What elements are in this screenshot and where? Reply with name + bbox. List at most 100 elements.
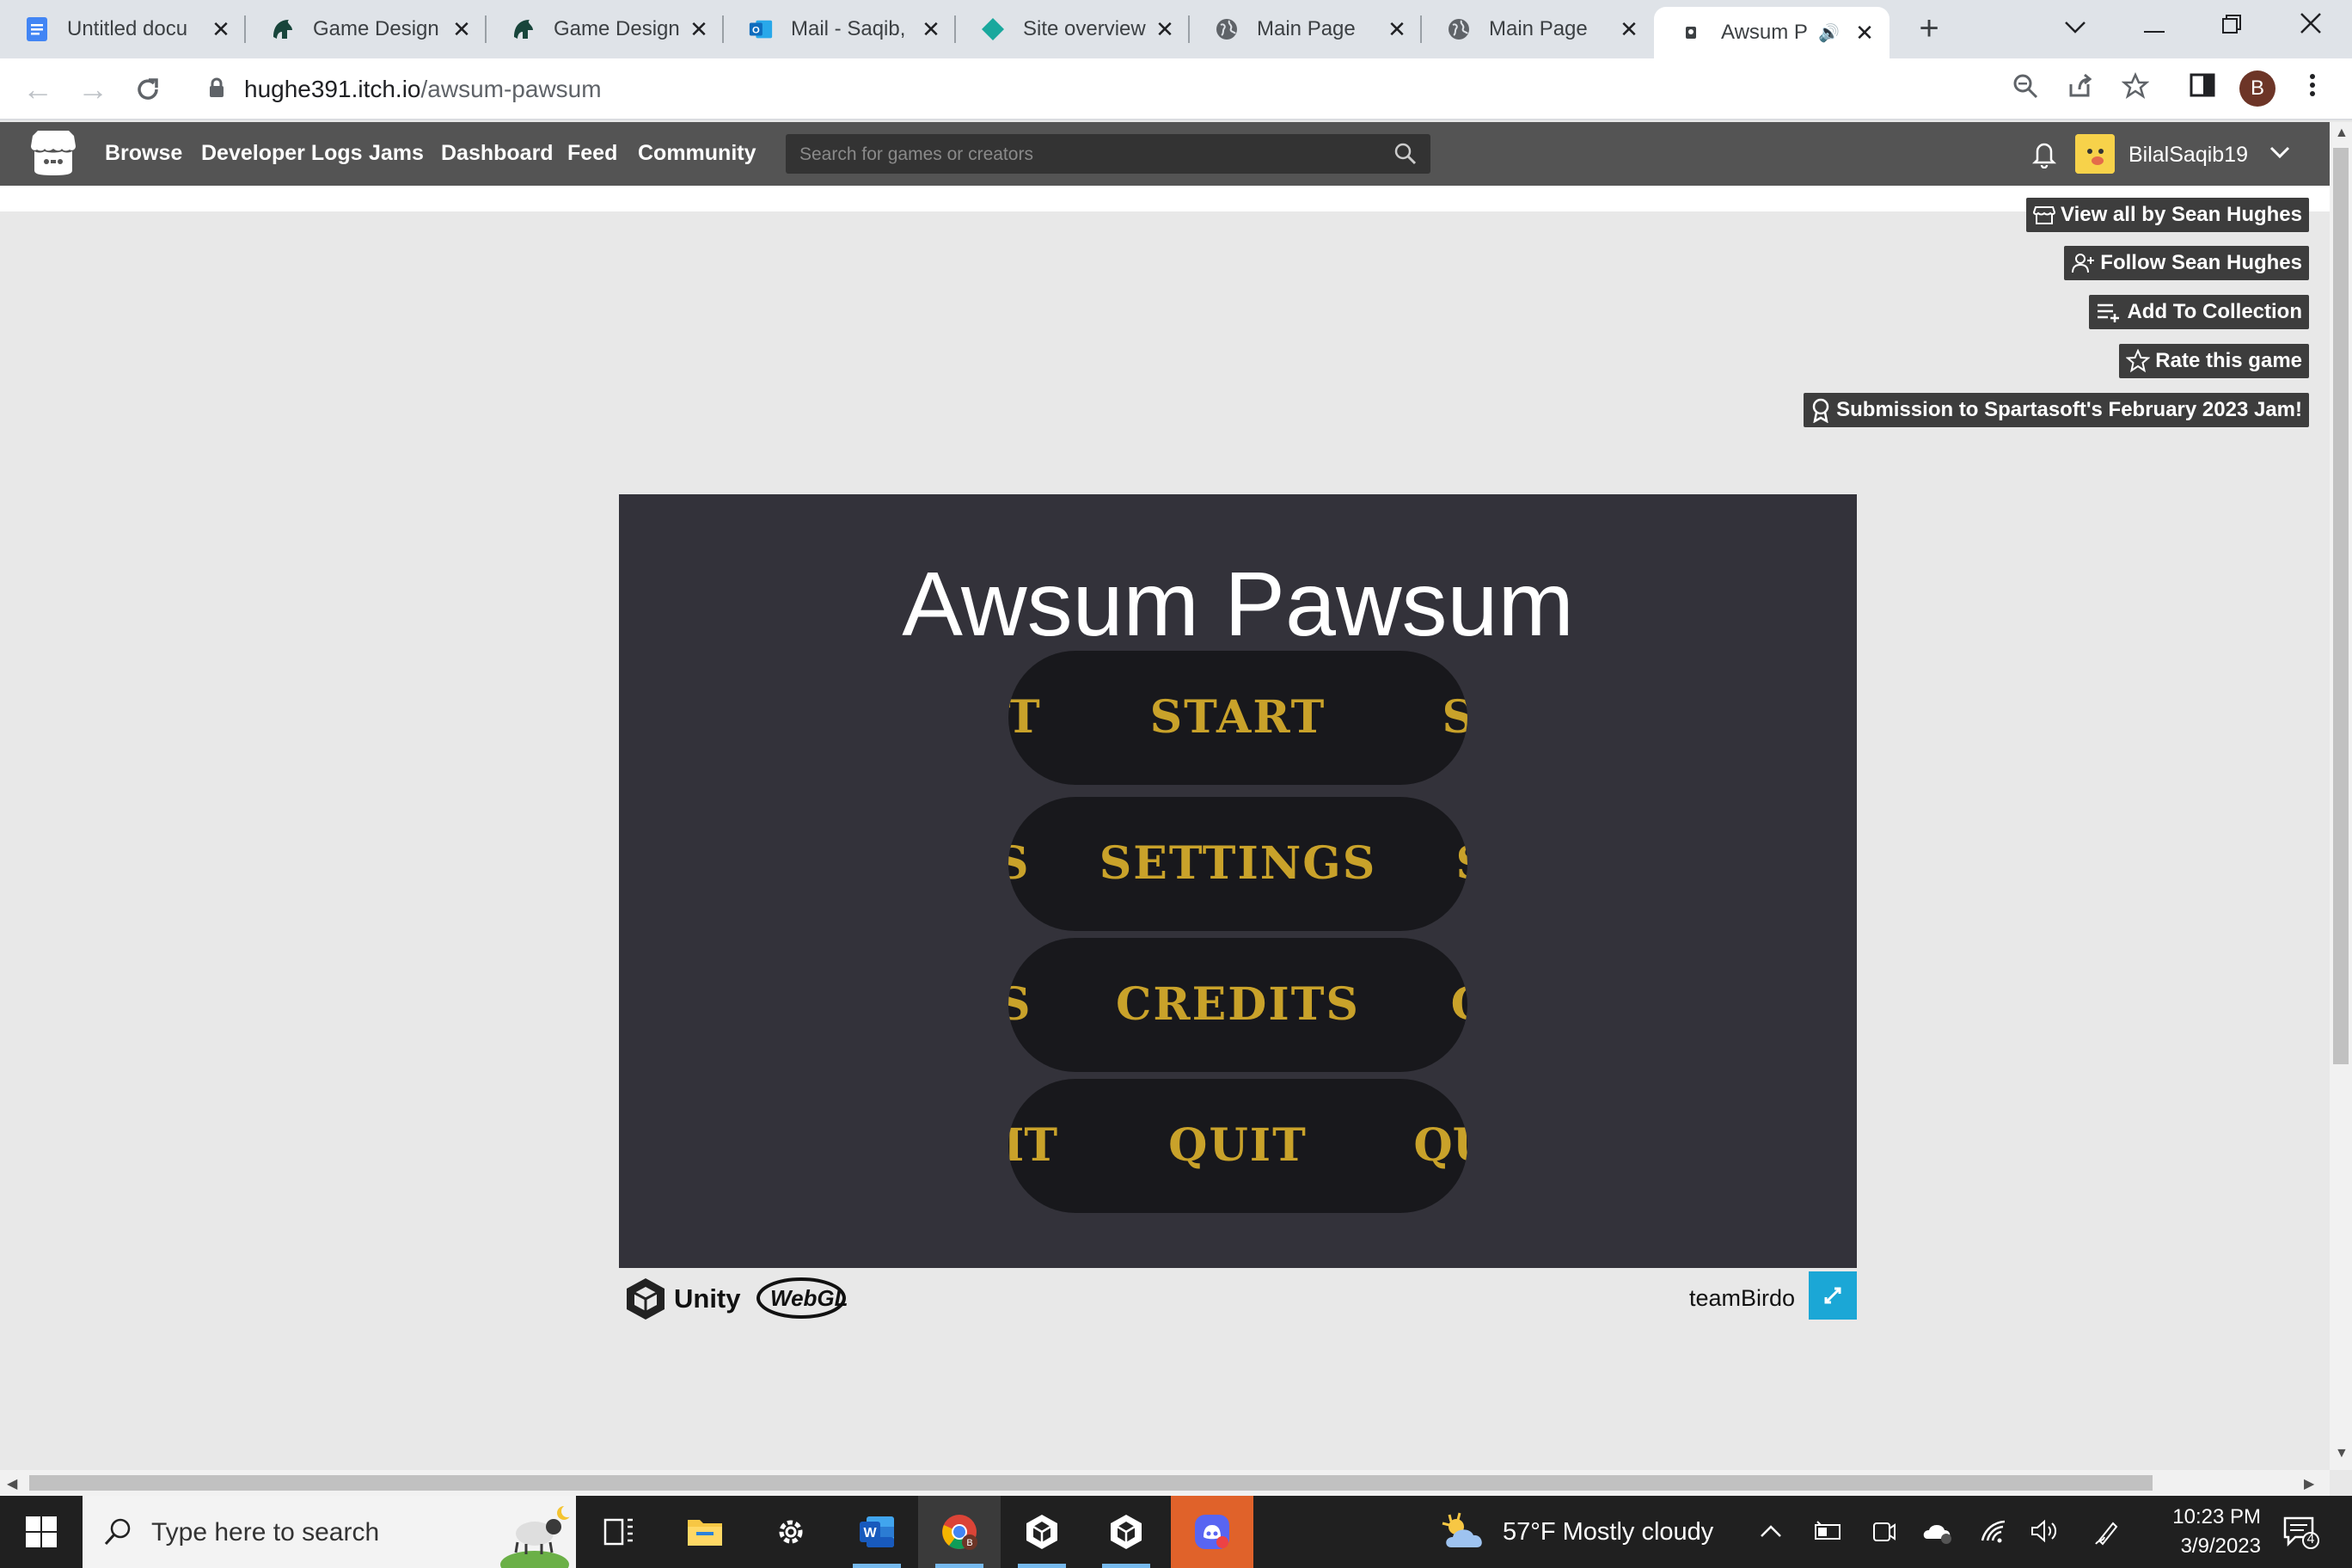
- tab-game-design-1[interactable]: Game Design ✕: [246, 7, 487, 52]
- meet-now-icon[interactable]: [1871, 1518, 1896, 1552]
- settings-gear-icon[interactable]: [750, 1496, 832, 1568]
- speaker-icon[interactable]: 🔊: [1818, 22, 1840, 44]
- globe-icon: [1214, 16, 1240, 42]
- fullscreen-button[interactable]: [1809, 1271, 1857, 1320]
- rate-button[interactable]: Rate this game: [2119, 344, 2309, 378]
- back-arrow-icon[interactable]: ←: [19, 70, 57, 108]
- itch-icon: [1678, 20, 1704, 46]
- unity-editor-icon[interactable]: [1085, 1496, 1167, 1568]
- tab-search-chevron-icon[interactable]: [2041, 5, 2110, 48]
- pen-icon[interactable]: [2094, 1518, 2122, 1552]
- weather-cloudy-icon[interactable]: [1441, 1510, 1489, 1559]
- close-tab-icon[interactable]: ✕: [449, 16, 475, 42]
- forward-arrow-icon[interactable]: →: [74, 70, 112, 108]
- discord-icon[interactable]: [1171, 1496, 1253, 1568]
- show-hidden-icons-chevron[interactable]: [1759, 1518, 1783, 1546]
- scroll-down-icon[interactable]: ▼: [2335, 1446, 2349, 1461]
- tab-site-overview[interactable]: Site overview ✕: [956, 7, 1190, 52]
- nav-developer-logs[interactable]: Developer Logs: [201, 141, 363, 166]
- close-tab-icon[interactable]: ✕: [1852, 20, 1877, 46]
- settings-button[interactable]: S SETTINGS S: [1008, 797, 1467, 931]
- word-icon[interactable]: W: [836, 1496, 918, 1568]
- nav-feed[interactable]: Feed: [567, 141, 617, 166]
- credits-button[interactable]: S CREDITS C: [1008, 938, 1467, 1072]
- nav-community[interactable]: Community: [638, 141, 756, 166]
- search-input[interactable]: Search for games or creators: [786, 134, 1430, 174]
- follow-button[interactable]: Follow Sean Hughes: [2064, 246, 2309, 280]
- itch-header: Browse Developer Logs Jams Dashboard Fee…: [0, 122, 2330, 186]
- outlook-icon: O: [748, 16, 774, 42]
- windows-start-icon[interactable]: [24, 1515, 58, 1549]
- add-to-collection-button[interactable]: Add To Collection: [2089, 295, 2309, 329]
- scroll-right-icon[interactable]: ▶: [2304, 1475, 2314, 1492]
- lock-icon[interactable]: [208, 77, 225, 98]
- nav-dashboard[interactable]: Dashboard: [441, 141, 554, 166]
- tab-awsum-pawsum[interactable]: Awsum P 🔊 ✕: [1654, 7, 1890, 58]
- bookmark-star-icon[interactable]: [2118, 71, 2153, 107]
- tab-main-page-1[interactable]: Main Page ✕: [1190, 7, 1422, 52]
- close-tab-icon[interactable]: ✕: [1616, 16, 1642, 42]
- jam-submission-label: Submission to Spartasoft's February 2023…: [1836, 398, 2302, 421]
- search-highlight-icon[interactable]: [500, 1501, 573, 1568]
- store-icon: [2033, 206, 2055, 224]
- tab-untitled-doc[interactable]: Untitled docu ✕: [0, 7, 246, 52]
- kebab-menu-icon[interactable]: [2295, 72, 2330, 107]
- url-path: /awsum-pawsum: [420, 76, 602, 102]
- start-button[interactable]: T START S: [1008, 651, 1467, 785]
- nav-jams[interactable]: Jams: [369, 141, 424, 166]
- google-docs-icon: [24, 16, 50, 42]
- profile-avatar[interactable]: B: [2239, 70, 2275, 107]
- horizontal-scrollbar[interactable]: ◀ ▶: [0, 1470, 2330, 1496]
- itch-logo-icon[interactable]: [29, 131, 77, 177]
- task-view-icon[interactable]: [578, 1496, 660, 1568]
- weather-text[interactable]: 57°F Mostly cloudy: [1503, 1518, 1713, 1547]
- jam-submission-button[interactable]: Submission to Spartasoft's February 2023…: [1804, 393, 2309, 427]
- system-clock[interactable]: 10:23 PM 3/9/2023: [2149, 1503, 2261, 1561]
- close-tab-icon[interactable]: ✕: [208, 16, 234, 42]
- notification-center-icon[interactable]: 4: [2282, 1515, 2319, 1549]
- zoom-icon[interactable]: [2008, 72, 2043, 107]
- side-panel-icon[interactable]: [2185, 72, 2220, 107]
- restore-button[interactable]: [2197, 5, 2266, 48]
- user-plus-icon: [2072, 254, 2095, 273]
- close-tab-icon[interactable]: ✕: [1384, 16, 1410, 42]
- horizontal-scroll-thumb[interactable]: [29, 1475, 2153, 1491]
- onedrive-sync-icon[interactable]: [1920, 1518, 1955, 1552]
- tab-title: Untitled docu: [67, 17, 188, 40]
- scroll-up-icon[interactable]: ▲: [2335, 126, 2349, 141]
- tab-mail[interactable]: O Mail - Saqib, ✕: [724, 7, 956, 52]
- close-tab-icon[interactable]: ✕: [686, 16, 712, 42]
- close-tab-icon[interactable]: ✕: [1152, 16, 1178, 42]
- minimize-button[interactable]: [2120, 5, 2189, 48]
- chrome-icon[interactable]: B: [918, 1496, 1001, 1568]
- game-canvas[interactable]: Awsum Pawsum T START S S SETTINGS S S CR…: [619, 494, 1857, 1268]
- file-explorer-icon[interactable]: [664, 1496, 746, 1568]
- bell-icon[interactable]: [2030, 139, 2058, 169]
- webgl-footer: Unity WebGL teamBirdo: [619, 1268, 1857, 1328]
- search-icon[interactable]: [1393, 141, 1418, 167]
- vertical-scroll-thumb[interactable]: [2333, 148, 2349, 1064]
- scroll-left-icon[interactable]: ◀: [7, 1475, 17, 1492]
- share-icon[interactable]: [2063, 72, 2098, 107]
- chevron-down-icon[interactable]: [2268, 139, 2292, 165]
- view-all-button[interactable]: View all by Sean Hughes: [2026, 198, 2309, 232]
- tab-title: Main Page: [1257, 17, 1356, 40]
- reload-icon[interactable]: [129, 70, 167, 108]
- unity-hub-icon[interactable]: [1001, 1496, 1083, 1568]
- user-avatar[interactable]: [2075, 134, 2115, 174]
- tab-game-design-2[interactable]: Game Design ✕: [487, 7, 724, 52]
- address-bar[interactable]: hughe391.itch.io/awsum-pawsum: [184, 64, 2170, 113]
- close-window-button[interactable]: [2276, 5, 2345, 48]
- taskbar-search-input[interactable]: Type here to search: [83, 1496, 576, 1568]
- volume-icon[interactable]: [2029, 1518, 2060, 1550]
- nav-browse[interactable]: Browse: [105, 141, 182, 166]
- username[interactable]: BilalSaqib19: [2128, 143, 2248, 168]
- wifi-icon[interactable]: [1979, 1518, 2008, 1550]
- quit-button[interactable]: IT QUIT QU: [1008, 1079, 1467, 1213]
- tab-main-page-2[interactable]: Main Page ✕: [1422, 7, 1654, 52]
- battery-icon[interactable]: [1812, 1518, 1843, 1550]
- close-tab-icon[interactable]: ✕: [918, 16, 944, 42]
- start-ghost-right: S: [1442, 691, 1467, 744]
- new-tab-button[interactable]: +: [1912, 11, 1946, 46]
- vertical-scrollbar[interactable]: ▲ ▼: [2330, 122, 2352, 1470]
